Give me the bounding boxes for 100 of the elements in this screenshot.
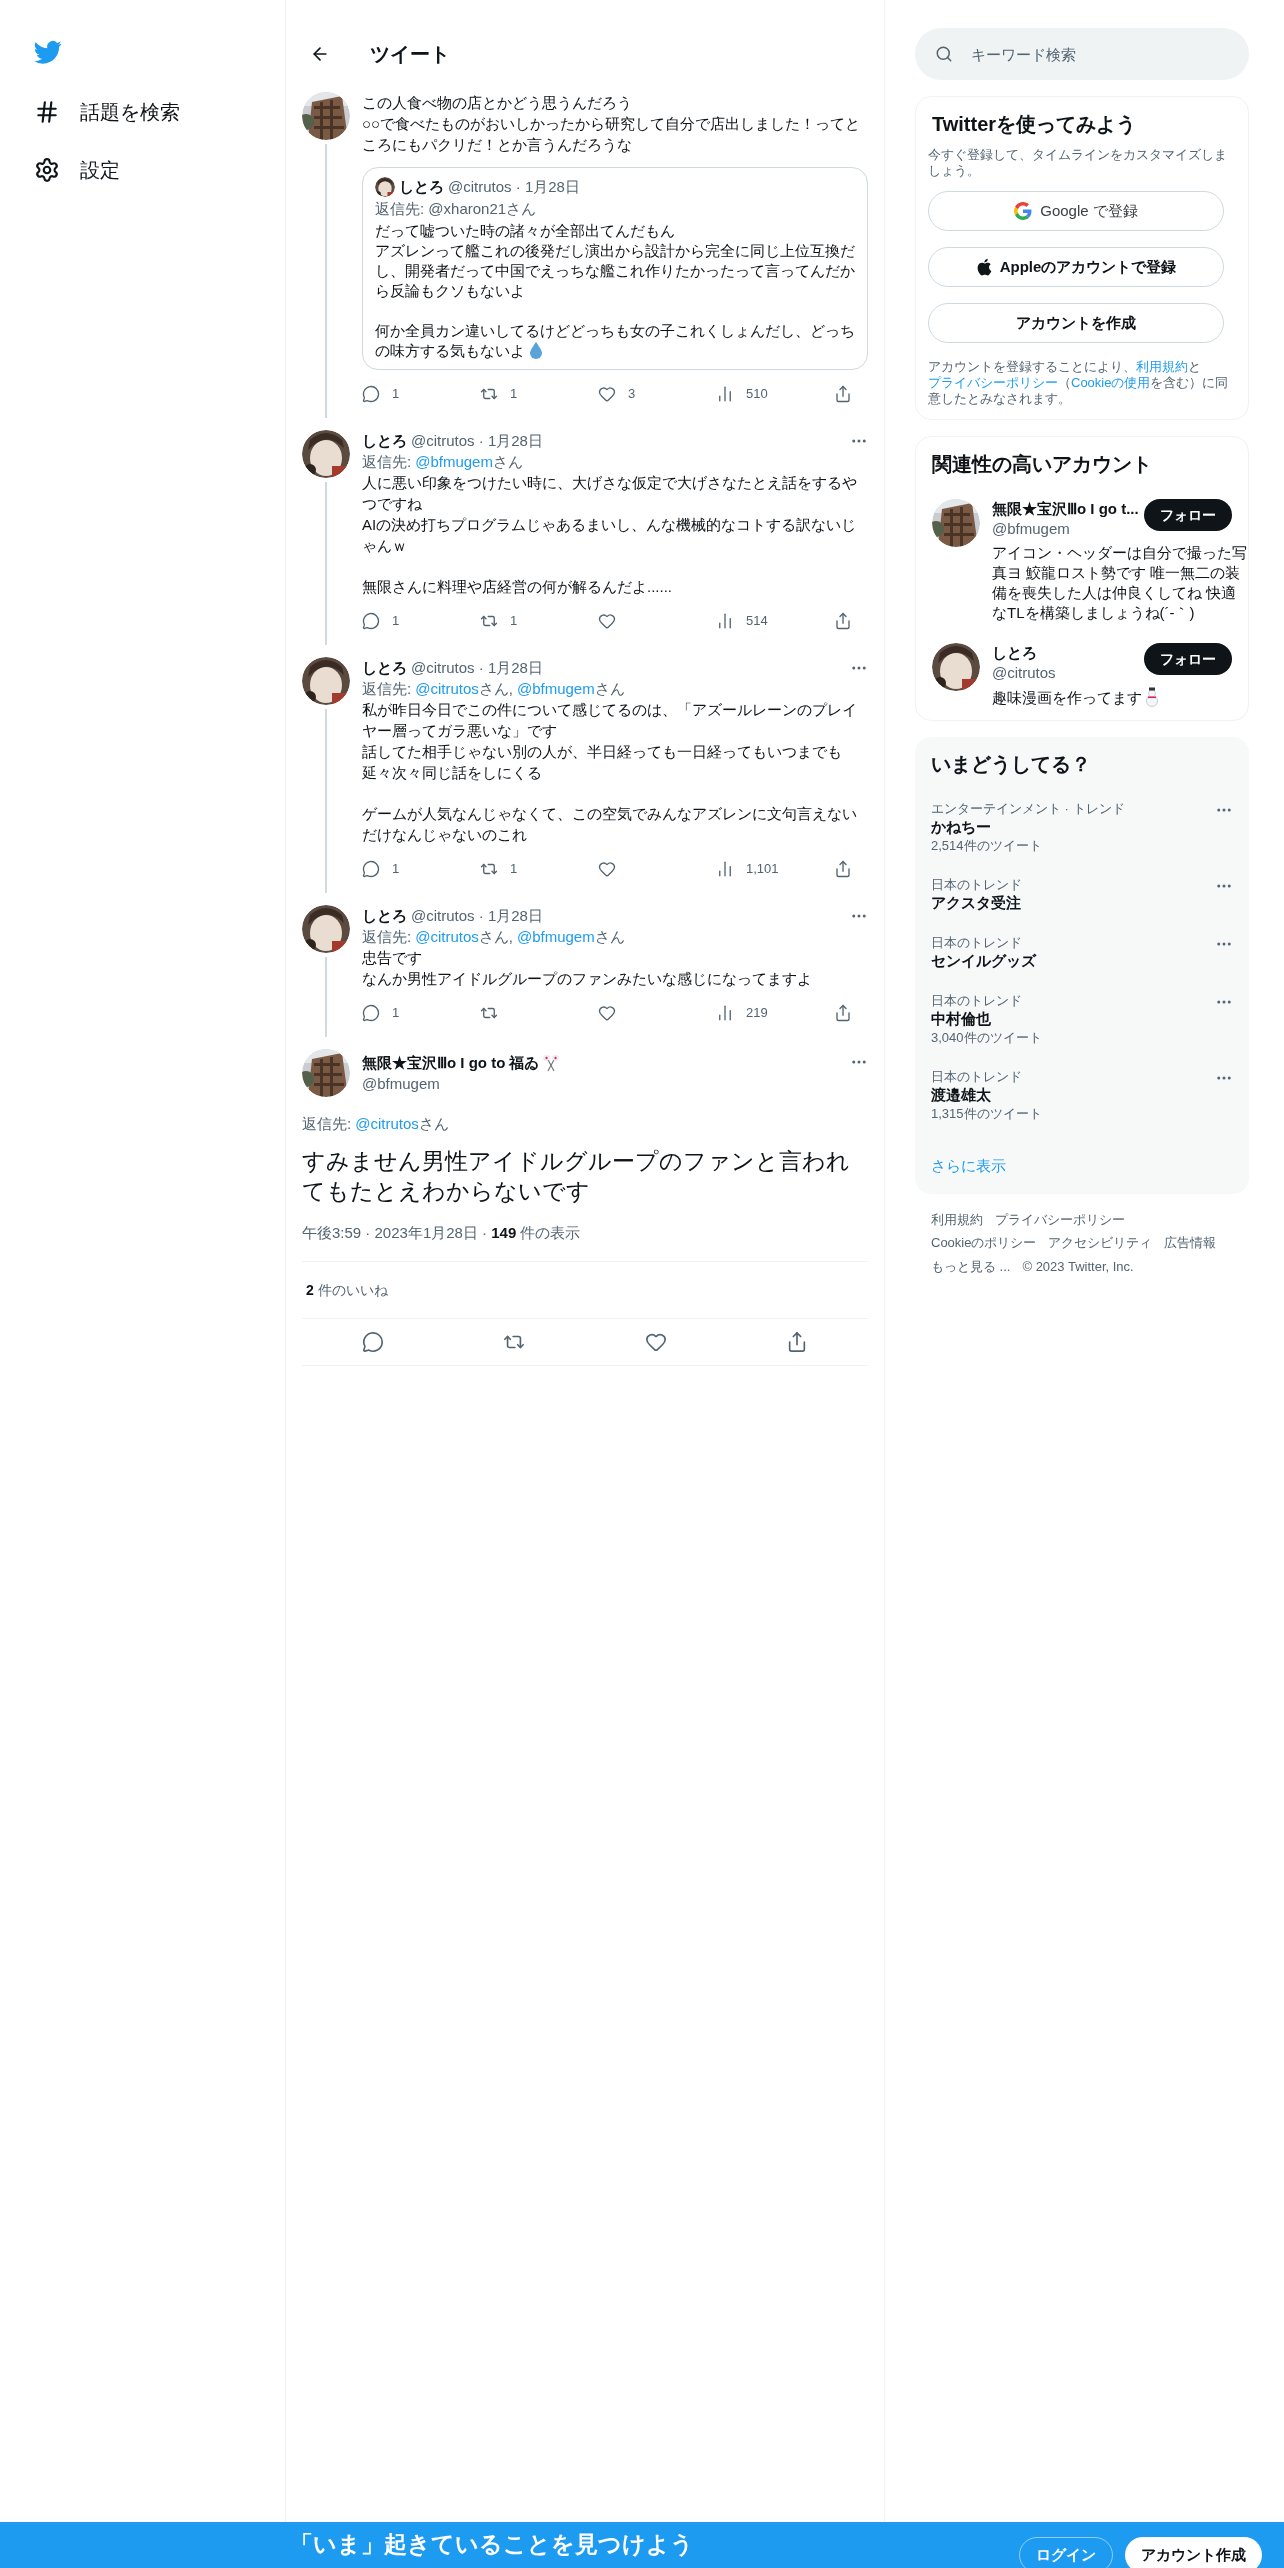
reply-button[interactable]: 1 bbox=[362, 378, 480, 410]
heart-icon bbox=[598, 1004, 616, 1022]
page-title: ツイート bbox=[370, 41, 450, 67]
trend-title[interactable]: センイルグッズ bbox=[931, 951, 1036, 971]
tweet-text: 忠告です bbox=[362, 948, 423, 968]
views-button[interactable]: 219 bbox=[716, 997, 834, 1029]
card-title: いまどうしてる？ bbox=[931, 752, 1092, 777]
author-meta: @citrutos · 1月28日 bbox=[411, 906, 543, 926]
tweet-text: ゲームが人気なんじゃなくて、この空気でみんなアズレンに文句言えないだけなんじゃないのこれ bbox=[362, 804, 858, 845]
retweet-button[interactable]: 1 bbox=[480, 378, 598, 410]
mention-suffix: さん, bbox=[478, 927, 513, 947]
mention-suffix: さん bbox=[594, 927, 625, 947]
retweet-button[interactable]: 1 bbox=[480, 853, 598, 885]
tweet-text: 話してた相手じゃない別の人が、半日経っても一日経ってもいつまでも延々次々同じ話をしにくる bbox=[362, 742, 843, 783]
trend-context: 日本のトレンド bbox=[931, 1069, 1022, 1085]
trend-title[interactable]: 渡邉雄太 bbox=[931, 1085, 991, 1105]
mention-suffix: さん bbox=[594, 679, 625, 699]
author-meta: @citrutos · 1月28日 bbox=[411, 658, 543, 678]
author-name: しとろ bbox=[362, 658, 407, 678]
tweet-text: 私が昨日今日でこの件について感じてるのは、「アズールレーンのプレイヤー層ってガラ悪いな」です bbox=[362, 700, 858, 741]
card-title: 関連性の高いアカウント bbox=[932, 452, 1153, 477]
bird-logo-icon[interactable] bbox=[34, 38, 62, 66]
trend-context: 日本のトレンド bbox=[931, 993, 1022, 1009]
views-button[interactable]: 1,101 bbox=[716, 853, 834, 885]
reply-button[interactable]: 1 bbox=[362, 853, 480, 885]
trend-title[interactable]: 中村倫也 bbox=[931, 1009, 991, 1029]
hashtag-icon bbox=[34, 99, 60, 125]
account-handle: @bfmugem bbox=[992, 519, 1070, 539]
account-bio: アイコン・ヘッダーは自分で撮った写真ヨ 鮫龍ロスト勢です 唯一無二の装備を喪失した人は仲良くしてね 快適なTLを構築しましょうね(´-｀) bbox=[992, 543, 1248, 623]
search-field[interactable]: キーワード検索 bbox=[915, 28, 1249, 80]
views-button[interactable]: 514 bbox=[716, 605, 834, 637]
quoted-tweet[interactable]: しとろ @citrutos · 1月28日 返信先: @xharon21さん だって嘘ついた時の諸々が全部出てんだもん アズレンって艦これの後発だし演出から設計から完全に同じ上位互換だし、開発者だって中国でえっちな艦これ作りたかったって言ってんだから反論もクソもないよ 何か全員カン違いしてるけどどっちも女の子これくしょんだし、どっちの味方する気もないよ bbox=[362, 167, 868, 370]
trend-context: 日本のトレンド bbox=[931, 877, 1022, 893]
speech-bubble-icon bbox=[362, 860, 380, 878]
mention-suffix: さん bbox=[418, 1114, 449, 1134]
account-name: 無限★宝沢Ⅲo I go t... bbox=[992, 499, 1139, 519]
author-meta: @citrutos · 1月28日 bbox=[448, 177, 580, 197]
heart-icon bbox=[598, 385, 616, 403]
mention-suffix: さん bbox=[492, 452, 523, 472]
share-icon bbox=[834, 385, 852, 403]
bar-chart-icon bbox=[716, 1004, 734, 1022]
copyright: © 2023 Twitter, Inc. bbox=[1022, 1257, 1134, 1276]
signup-button[interactable]: アカウント作成 bbox=[1125, 2537, 1262, 2568]
follow-button[interactable]: フォロー bbox=[1144, 499, 1232, 531]
reply-label: 返信先: bbox=[362, 927, 412, 947]
share-icon bbox=[834, 612, 852, 630]
views-button[interactable]: 510 bbox=[716, 378, 834, 410]
trend-count: 1,315件のツイート bbox=[931, 1105, 1042, 1123]
settings-icon bbox=[34, 157, 60, 183]
author-meta: @citrutos · 1月28日 bbox=[411, 431, 543, 451]
tweet-text: 無限さんに料理や店経営の何が解るんだよ...... bbox=[362, 577, 673, 597]
trend-title[interactable]: かねちー bbox=[931, 817, 991, 837]
reply-label: 返信先: bbox=[362, 679, 412, 699]
trend-title[interactable]: アクスタ受注 bbox=[931, 893, 1021, 913]
tweet-text: アズレンって艦これの後発だし演出から設計から完全に同じ上位互換だし、開発者だって中国でえっちな艦これ作りたかったって言ってんだから反論もクソもないよ bbox=[375, 241, 855, 301]
footer-link[interactable]: アクセシビリティ bbox=[1048, 1233, 1153, 1253]
tweet-text: 人に悪い印象をつけたい時に、大げさな仮定で大げさなたとえ話をするやつですね bbox=[362, 473, 858, 514]
trend-count: 3,040件のツイート bbox=[931, 1029, 1042, 1047]
tweet-text: AIの決め打ちプログラムじゃあるまいし、んな機械的なコトする訳ないじゃんｗ bbox=[362, 515, 858, 556]
speech-bubble-icon bbox=[362, 385, 380, 403]
mention-suffix: さん, bbox=[478, 679, 513, 699]
sidebar-item[interactable]: 設定 bbox=[22, 146, 285, 194]
tweet-text: この人食べ物の店とかどう思うんだろう bbox=[362, 93, 633, 113]
search-icon bbox=[935, 45, 953, 63]
tweet-text: 何か全員カン違いしてるけどどっちも女の子これくしょんだし、どっちの味方する気もないよ bbox=[375, 321, 855, 361]
like-button[interactable]: 3 bbox=[598, 378, 716, 410]
footer-link[interactable]: プライバシーポリシー bbox=[995, 1209, 1125, 1229]
trend-context: 日本のトレンド bbox=[931, 935, 1022, 951]
author-name: しとろ bbox=[362, 431, 407, 451]
google-g-icon bbox=[1014, 202, 1033, 220]
reply-button[interactable] bbox=[361, 1330, 384, 1353]
tweet-text: だって嘘ついた時の諸々が全部出てんだもん bbox=[375, 221, 676, 241]
footer-link[interactable]: Cookieのポリシー bbox=[931, 1233, 1037, 1253]
like-count[interactable]: 2 件のいいね bbox=[306, 1281, 388, 1298]
speech-bubble-icon bbox=[362, 612, 380, 630]
tweet-text: ○○で食べたものがおいしかったから研究して自分で店出しました！ってところにもパクリだ！とか言うんだろうな bbox=[362, 114, 862, 155]
account-name: しとろ bbox=[992, 643, 1037, 663]
card-subtitle: 今すぐ登録して、タイムラインをカスタマイズしましょう。 bbox=[928, 147, 1228, 179]
author-name: 無限★宝沢Ⅲo I go to 福ゐ bbox=[362, 1053, 540, 1073]
reply-label: 返信先: @xharon21さん bbox=[375, 199, 537, 219]
apple-logo-icon bbox=[975, 258, 992, 276]
sidebar-item[interactable]: 話題を検索 bbox=[22, 88, 285, 136]
snowman-icon bbox=[1144, 687, 1160, 707]
reply-button[interactable]: 1 bbox=[362, 997, 480, 1029]
reply-button[interactable]: 1 bbox=[362, 605, 480, 637]
bar-chart-icon bbox=[716, 385, 734, 403]
speech-bubble-icon bbox=[361, 1330, 384, 1353]
author-name: しとろ bbox=[362, 906, 407, 926]
retweet-button[interactable]: 1 bbox=[480, 605, 598, 637]
tweet-text: すみません男性アイドルグループのファンと言われてもたとえわからないです bbox=[302, 1147, 851, 1206]
heart-icon bbox=[598, 860, 616, 878]
heart-icon bbox=[598, 612, 616, 630]
bar-chart-icon bbox=[716, 612, 734, 630]
follow-button[interactable]: フォロー bbox=[1144, 643, 1232, 675]
footer-link[interactable]: もっと見る ... bbox=[931, 1256, 1011, 1276]
droplet-icon bbox=[529, 341, 543, 359]
bar-chart-icon bbox=[716, 860, 734, 878]
tweet-meta: 午後3:59 · 2023年1月28日 · 149 件の表示 bbox=[302, 1223, 581, 1243]
footer-link[interactable]: 利用規約 bbox=[931, 1209, 983, 1229]
footer-link[interactable]: 広告情報 bbox=[1164, 1233, 1217, 1253]
